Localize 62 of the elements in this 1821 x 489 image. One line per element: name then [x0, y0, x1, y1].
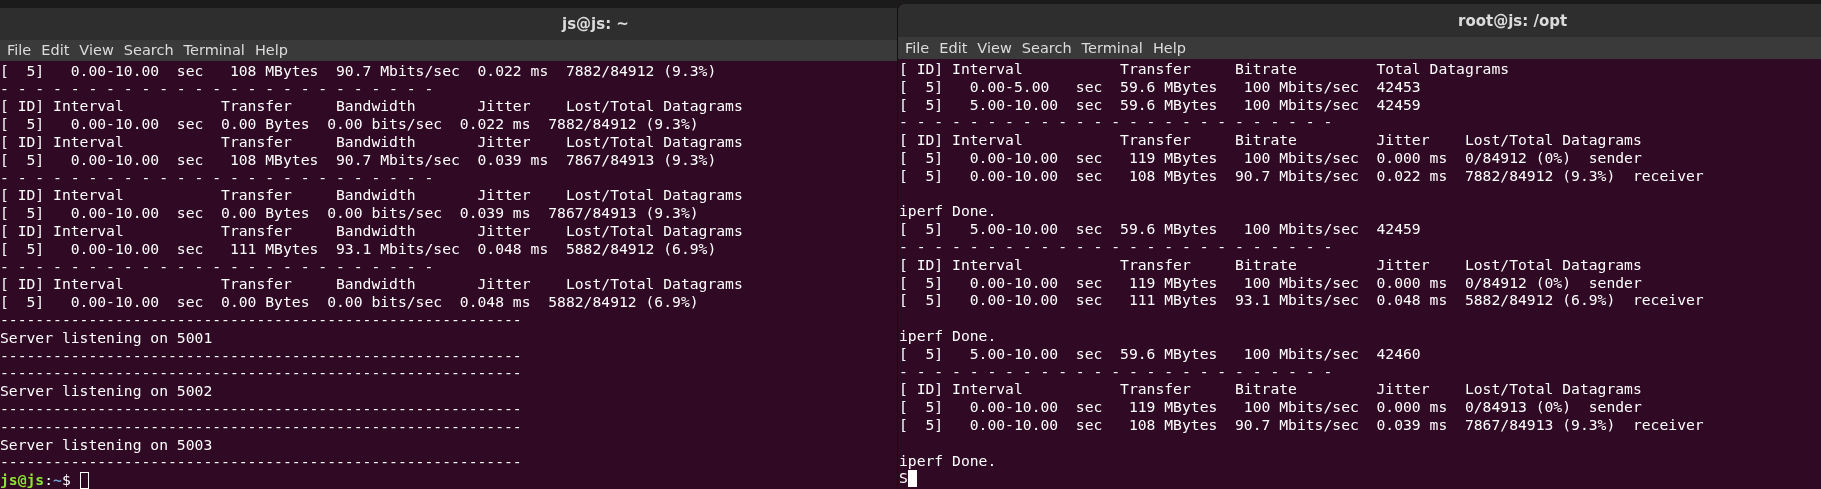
terminal-line: [ 5] 0.00-10.00 sec 111 MBytes 93.1 Mbits/sec 0.048 ms 5882/84912 (6.9%): [0, 239, 718, 258]
terminal-line: [ ID] Interval Transfer Bandwidth Jitter Lost/Total Datagrams: [0, 222, 744, 240]
terminal-line: [ ID] Interval Transfer Bandwidth Jitter Lost/Total Datagrams: [0, 186, 744, 205]
terminal-line: [ 5] 5.00-10.00 sec 59.6 MBytes 100 Mbits/sec 42459: [899, 95, 1422, 114]
terminal-line: - - - - - - - - - - - - - - - - - - - - - - - - -: [899, 237, 1334, 256]
terminal-line: [ 5] 0.00-10.00 sec 111 MBytes 93.1 Mbits/sec 0.048 ms 5882/84912 (6.9%) receiver: [899, 291, 1705, 310]
menu-item[interactable]: Help: [249, 42, 293, 59]
prompt-separator: :: [44, 471, 54, 489]
terminal-line: [ ID] Interval Transfer Bitrate Jitter Lost/Total Datagrams: [899, 380, 1643, 399]
terminal-line: iperf Done.: [899, 451, 998, 470]
terminal-line: [ ID] Interval Transfer Bandwidth Jitter Lost/Total Datagrams: [0, 97, 744, 116]
menu-item[interactable]: Edit: [36, 42, 75, 59]
terminal-line: -----------------------------------------------------------: [0, 400, 523, 418]
menu-item[interactable]: Search: [118, 42, 179, 59]
typed-text: S: [899, 469, 908, 488]
terminal-line: Server listening on 5002: [0, 382, 214, 400]
terminal-line: Server listening on 5001: [0, 328, 214, 347]
terminal-line: [ 5] 5.00-10.00 sec 59.6 MBytes 100 Mbits/sec 42460: [899, 344, 1422, 363]
terminal-line: [ 5] 0.00-10.00 sec 119 MBytes 100 Mbits/sec 0.000 ms 0/84913 (0%) sender: [899, 398, 1643, 416]
menu-item[interactable]: Terminal: [1076, 40, 1148, 56]
menu-item[interactable]: Edit: [934, 40, 973, 56]
terminal-line: [ ID] Interval Transfer Bandwidth Jitter Lost/Total Datagrams: [0, 133, 744, 151]
menu-item[interactable]: Search: [1016, 40, 1077, 56]
terminal-line: [ ID] Interval Transfer Bandwidth Jitter Lost/Total Datagrams: [0, 275, 744, 294]
menu-item[interactable]: File: [900, 40, 935, 56]
terminal-line: [ ID] Interval Transfer Bitrate Jitter Lost/Total Datagrams: [899, 131, 1643, 149]
terminal-line: iperf Done.: [899, 326, 998, 345]
terminal-line: Server listening on 5003: [0, 435, 214, 454]
prompt-user-host: js@js: [0, 471, 45, 489]
terminal-line: [ 5] 0.00-10.00 sec 0.00 Bytes 0.00 bits/sec 0.039 ms 7867/84913 (9.3%): [0, 204, 700, 223]
menu-item[interactable]: Terminal: [178, 42, 250, 59]
terminal-line: iperf Done.: [899, 202, 998, 221]
terminal-line: - - - - - - - - - - - - - - - - - - - - - - - - -: [899, 113, 1334, 132]
terminal-line: - - - - - - - - - - - - - - - - - - - - - - - - -: [0, 168, 435, 187]
prompt-symbol: $: [61, 471, 71, 489]
window-title: js@js: ~: [562, 14, 629, 33]
terminal-line: [ 5] 0.00-10.00 sec 119 MBytes 100 Mbits/sec 0.000 ms 0/84912 (0%) sender: [899, 273, 1643, 292]
menu-item[interactable]: Help: [1147, 40, 1191, 56]
terminal-line: -----------------------------------------------------------: [0, 417, 523, 436]
terminal-line: [ 5] 0.00-10.00 sec 108 MBytes 90.7 Mbits/sec 0.022 ms 7882/84912 (9.3%) receiver: [899, 166, 1705, 185]
prompt-path: ~: [53, 471, 62, 489]
terminal-line: [ 5] 0.00-10.00 sec 108 MBytes 90.7 Mbits/sec 0.039 ms 7867/84913 (9.3%): [0, 150, 718, 169]
terminal-line: [ 5] 0.00-10.00 sec 0.00 Bytes 0.00 bits/sec 0.048 ms 5882/84912 (6.9%): [0, 293, 700, 312]
terminal-line: - - - - - - - - - - - - - - - - - - - - - - - - -: [0, 79, 435, 98]
terminal-line: -----------------------------------------------------------: [0, 311, 523, 329]
terminal-line: [ 5] 0.00-10.00 sec 108 MBytes 90.7 Mbits/sec 0.039 ms 7867/84913 (9.3%) receiver: [899, 415, 1705, 434]
terminal-line: - - - - - - - - - - - - - - - - - - - - - - - - -: [899, 362, 1334, 381]
menu-item[interactable]: File: [2, 42, 37, 59]
menu-item[interactable]: View: [74, 42, 119, 59]
terminal-line: [ ID] Interval Transfer Bitrate Total Datagrams: [899, 60, 1511, 78]
terminal-line: [ 5] 0.00-5.00 sec 59.6 MBytes 100 Mbits/sec 42453: [899, 77, 1422, 96]
window-title: root@js: /opt: [1458, 11, 1568, 30]
terminal-line: [ ID] Interval Transfer Bitrate Jitter Lost/Total Datagrams: [899, 255, 1643, 274]
terminal-line: -----------------------------------------------------------: [0, 364, 523, 383]
terminal-line: -----------------------------------------------------------: [0, 346, 523, 365]
terminal-line: [ 5] 0.00-10.00 sec 119 MBytes 100 Mbits/sec 0.000 ms 0/84912 (0%) sender: [899, 149, 1643, 167]
terminal-line: - - - - - - - - - - - - - - - - - - - - - - - - -: [0, 257, 435, 276]
terminal-line: [ 5] 0.00-10.00 sec 108 MBytes 90.7 Mbits/sec 0.022 ms 7882/84912 (9.3%): [0, 61, 718, 80]
terminal-line: [ 5] 5.00-10.00 sec 59.6 MBytes 100 Mbits/sec 42459: [899, 220, 1422, 238]
terminal-line: [ 5] 0.00-10.00 sec 0.00 Bytes 0.00 bits/sec 0.022 ms 7882/84912 (9.3%): [0, 115, 700, 134]
menu-item[interactable]: View: [972, 40, 1017, 56]
terminal-line: -----------------------------------------------------------: [0, 453, 523, 472]
